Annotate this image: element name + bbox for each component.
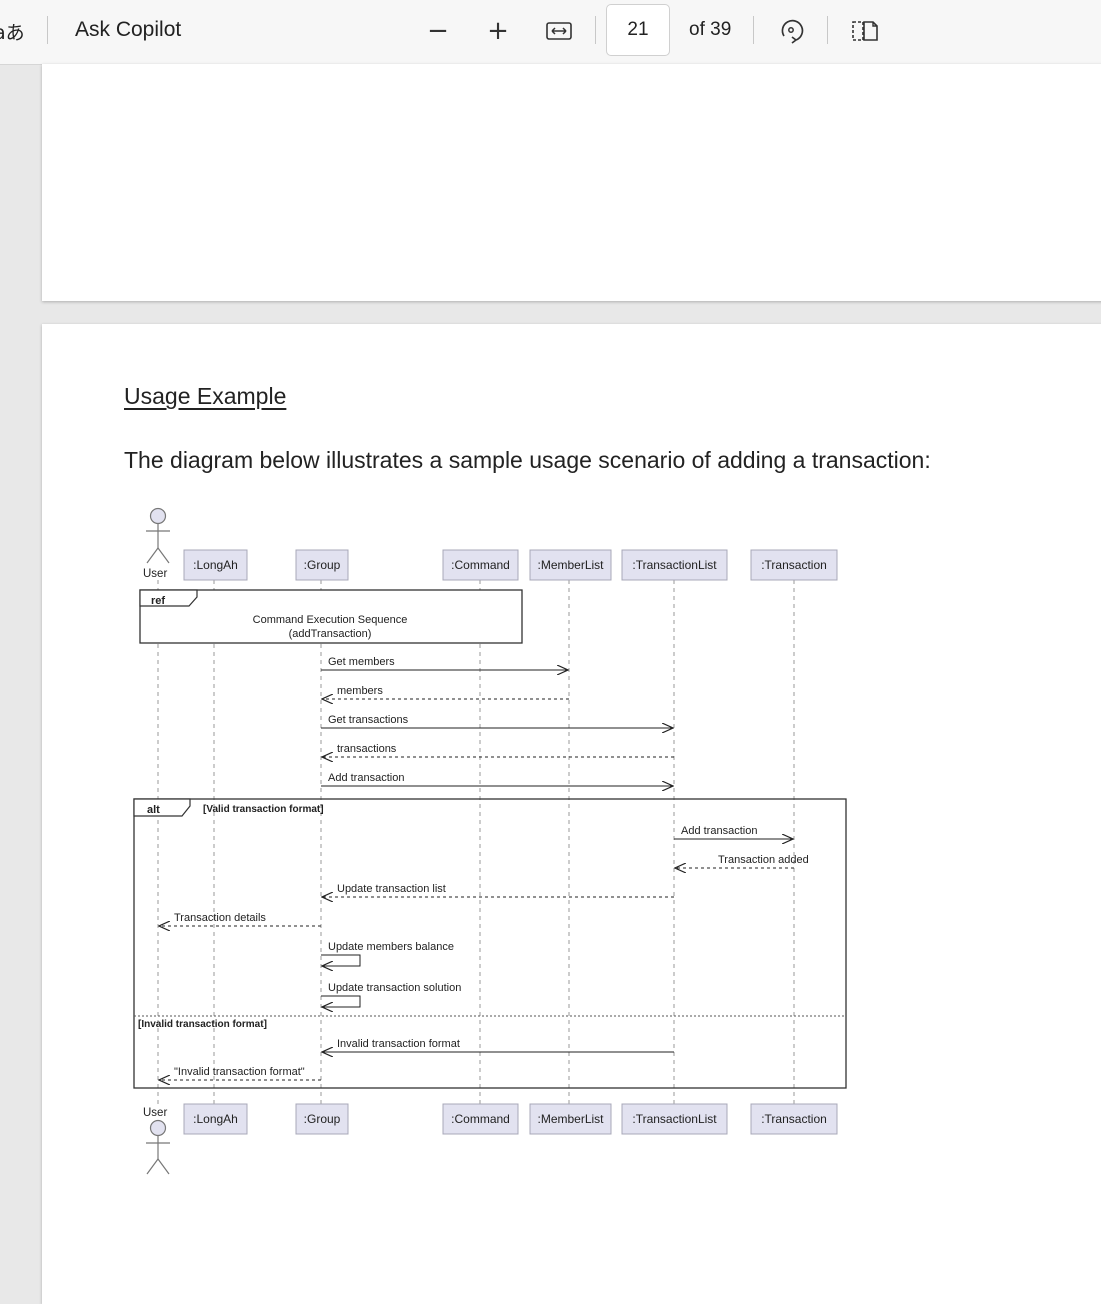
participant-label: :TransactionList	[632, 1112, 717, 1126]
message-label: transactions	[337, 743, 397, 755]
message-invalid-transaction-format: Invalid transaction format	[322, 1038, 674, 1052]
actor-label-top: User	[143, 568, 167, 580]
message-label: Add transaction	[681, 825, 757, 837]
message-label: Get members	[328, 656, 395, 668]
participant-label: :MemberList	[537, 1112, 604, 1126]
participant-label: :LongAh	[193, 558, 238, 572]
alt-tag: alt	[147, 804, 160, 816]
message-invalid-format-return: "Invalid transaction format"	[159, 1066, 321, 1080]
participant-transaction-top: :Transaction	[750, 549, 838, 581]
participant-longah-top: :LongAh	[183, 549, 248, 581]
participant-label: :LongAh	[193, 1112, 238, 1126]
ref-label-line2: (addTransaction)	[289, 628, 372, 640]
message-get-transactions: Get transactions	[321, 714, 673, 728]
message-transactions-return: transactions	[322, 743, 674, 757]
message-transaction-details: Transaction details	[159, 912, 321, 926]
message-label: Add transaction	[328, 772, 404, 784]
message-label: Invalid transaction format	[337, 1038, 460, 1050]
actor-label-bottom: User	[143, 1107, 167, 1119]
participant-transactionlist-top: :TransactionList	[621, 549, 728, 581]
participant-group-bottom: :Group	[295, 1103, 349, 1135]
user-actor-bottom	[146, 1119, 170, 1175]
message-update-transaction-list: Update transaction list	[322, 883, 674, 897]
participant-label: :Group	[304, 1112, 341, 1126]
user-actor-top	[146, 507, 170, 564]
participant-label: :Group	[304, 558, 341, 572]
message-label: Transaction added	[718, 854, 809, 866]
message-label: Transaction details	[174, 912, 266, 924]
participant-memberlist-top: :MemberList	[529, 549, 612, 581]
message-label: "Invalid transaction format"	[174, 1066, 305, 1078]
participant-transactionlist-bottom: :TransactionList	[621, 1103, 728, 1135]
message-transaction-added: Transaction added	[675, 854, 809, 868]
participant-command-top: :Command	[442, 549, 519, 581]
else-guard: [Invalid transaction format]	[138, 1019, 267, 1030]
message-add-transaction-2: Add transaction	[674, 825, 793, 839]
participant-label: :TransactionList	[632, 558, 717, 572]
participant-transaction-bottom: :Transaction	[750, 1103, 838, 1135]
message-label: members	[337, 685, 383, 697]
message-get-members: Get members	[321, 656, 568, 670]
participant-label: :Command	[451, 1112, 510, 1126]
alt-frame: alt [Valid transaction format] [Invalid …	[133, 798, 847, 1089]
message-label: Update transaction list	[337, 883, 446, 895]
message-update-members-balance: Update members balance	[321, 941, 454, 966]
ref-frame: ref Command Execution Sequence (addTrans…	[139, 589, 523, 644]
participant-label: :MemberList	[537, 558, 604, 572]
participant-label: :Transaction	[761, 558, 827, 572]
message-label: Get transactions	[328, 714, 409, 726]
message-label: Update members balance	[328, 941, 454, 953]
sequence-diagram: User :LongAh :Group :Command :MemberList…	[133, 507, 847, 1175]
ref-tag: ref	[151, 595, 165, 607]
message-label: Update transaction solution	[328, 982, 461, 994]
ref-label-line1: Command Execution Sequence	[253, 614, 408, 626]
message-update-transaction-solution: Update transaction solution	[321, 982, 461, 1007]
participant-command-bottom: :Command	[442, 1103, 519, 1135]
alt-guard: [Valid transaction format]	[203, 804, 324, 815]
participant-label: :Transaction	[761, 1112, 827, 1126]
participant-longah-bottom: :LongAh	[183, 1103, 248, 1135]
message-add-transaction: Add transaction	[321, 772, 673, 786]
message-members-return: members	[322, 685, 569, 699]
participant-memberlist-bottom: :MemberList	[529, 1103, 612, 1135]
participant-label: :Command	[451, 558, 510, 572]
participant-group-top: :Group	[295, 549, 349, 581]
